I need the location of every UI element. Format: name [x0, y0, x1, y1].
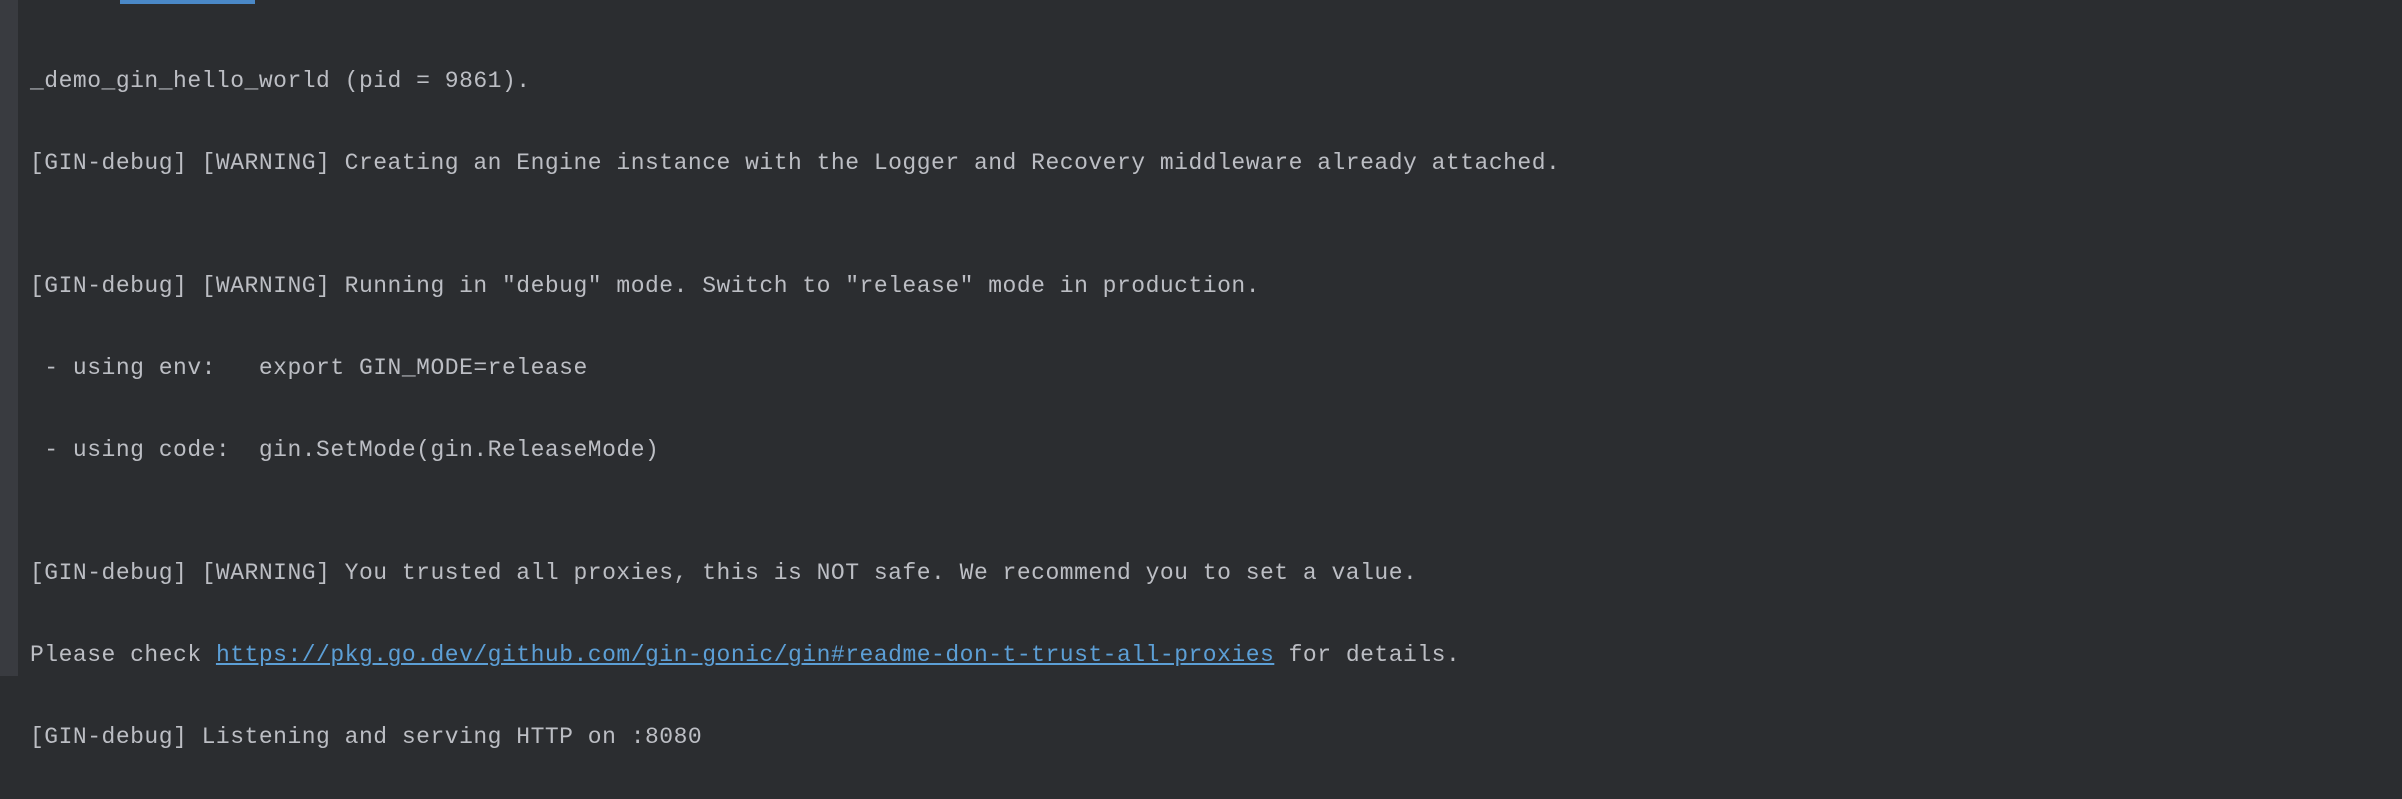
console-line: [GIN-debug] Listening and serving HTTP o… — [30, 717, 2402, 758]
proxies-doc-link[interactable]: https://pkg.go.dev/github.com/gin-gonic/… — [216, 642, 1274, 668]
console-line: [GIN-debug] [WARNING] Running in "debug"… — [30, 266, 2402, 307]
console-line: [GIN-debug] [WARNING] You trusted all pr… — [30, 553, 2402, 594]
console-output[interactable]: _demo_gin_hello_world (pid = 9861). [GIN… — [30, 20, 2402, 799]
console-line: [GIN-debug] [WARNING] Creating an Engine… — [30, 143, 2402, 184]
console-line: _demo_gin_hello_world (pid = 9861). — [30, 61, 2402, 102]
active-tab-indicator — [120, 0, 255, 4]
link-suffix: for details. — [1274, 642, 1460, 668]
gutter — [0, 0, 18, 676]
link-prefix: Please check — [30, 642, 216, 668]
console-line-with-link: Please check https://pkg.go.dev/github.c… — [30, 635, 2402, 676]
console-line: - using env: export GIN_MODE=release — [30, 348, 2402, 389]
console-line: - using code: gin.SetMode(gin.ReleaseMod… — [30, 430, 2402, 471]
